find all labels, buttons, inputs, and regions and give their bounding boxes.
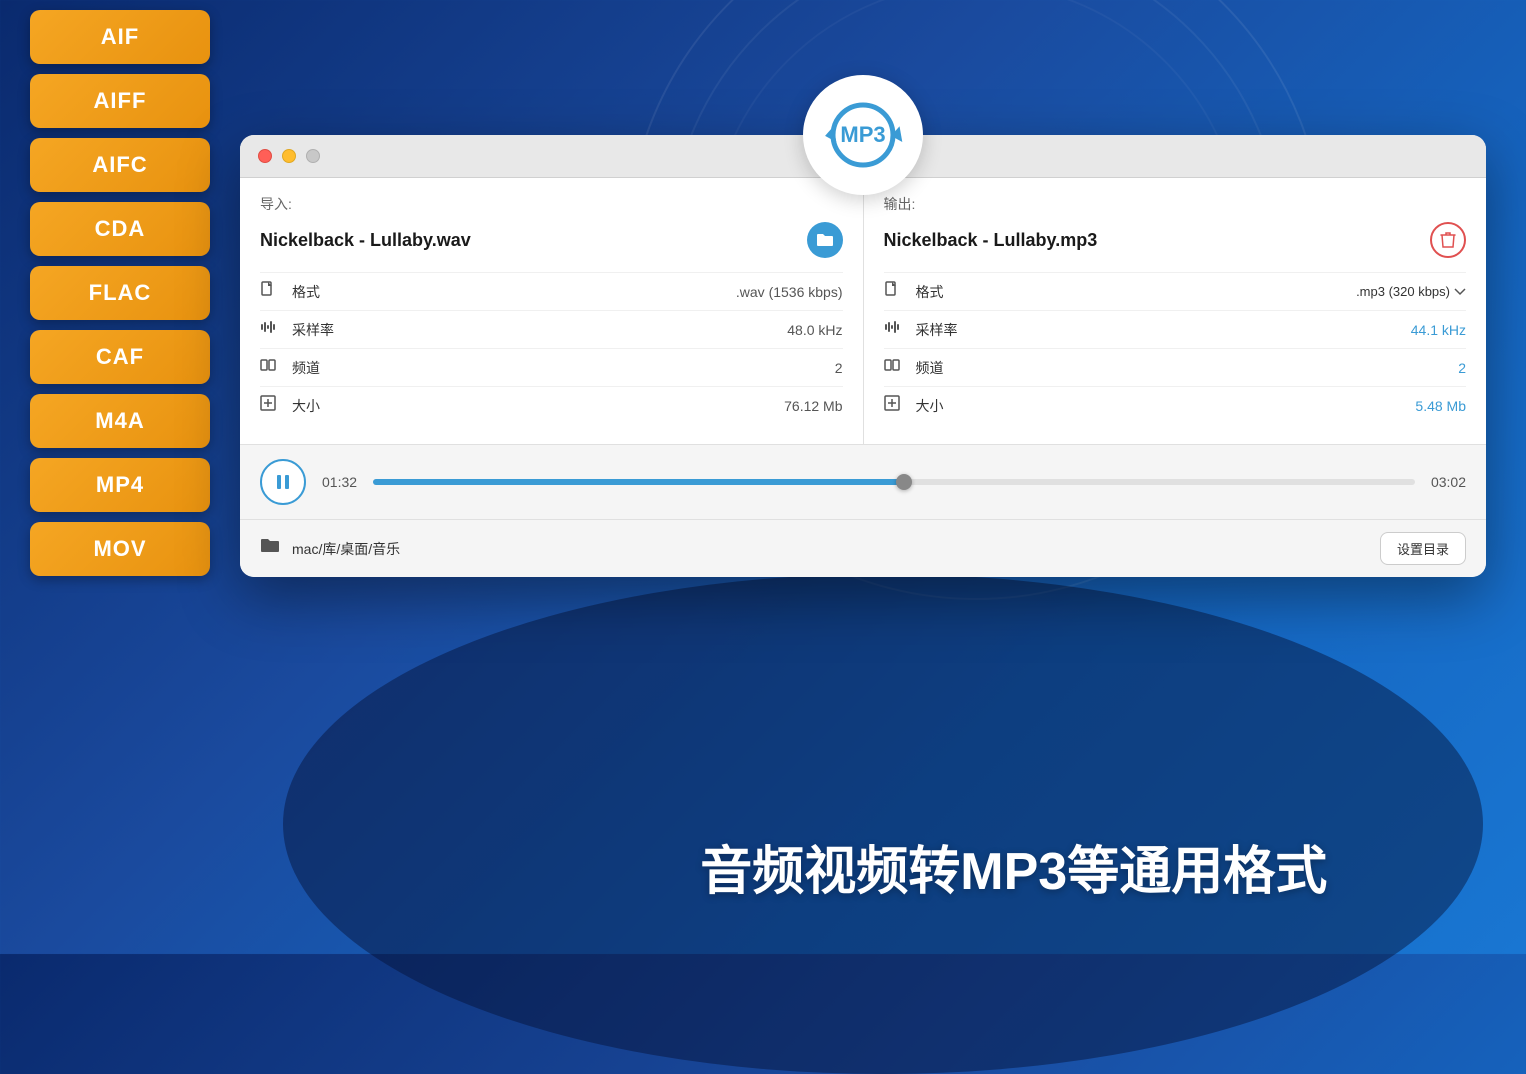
- input-size-value: 76.12 Mb: [784, 398, 842, 414]
- output-size-icon: [884, 395, 906, 416]
- format-badge-cda[interactable]: CDA: [30, 202, 210, 256]
- format-badge-aif[interactable]: AIF: [30, 10, 210, 64]
- input-channel-value: 2: [835, 360, 843, 376]
- input-size-label: 大小: [292, 396, 784, 416]
- output-size-row: 大小 5.48 Mb: [884, 386, 1467, 424]
- progress-bar[interactable]: [373, 479, 1415, 485]
- minimize-button[interactable]: [282, 149, 296, 163]
- export-label: 输出:: [884, 194, 1467, 214]
- file-icon: [260, 281, 276, 297]
- format-badge-mov[interactable]: MOV: [30, 522, 210, 576]
- path-bar: mac/库/桌面/音乐 设置目录: [240, 519, 1486, 577]
- format-badge-flac[interactable]: FLAC: [30, 266, 210, 320]
- output-waveform-icon: [884, 319, 900, 335]
- delete-button[interactable]: [1430, 222, 1466, 258]
- output-samplerate-value: 44.1 kHz: [1411, 322, 1466, 338]
- output-samplerate-row: 采样率 44.1 kHz: [884, 310, 1467, 348]
- output-size-label: 大小: [916, 396, 1416, 416]
- output-channel-label: 频道: [916, 358, 1459, 378]
- output-size-value: 5.48 Mb: [1415, 398, 1466, 414]
- bottom-text: 音频视频转MP3等通用格式: [700, 829, 1327, 904]
- size-icon: [260, 395, 282, 416]
- format-select-wrapper[interactable]: .mp3 (320 kbps): [1356, 284, 1466, 299]
- convert-icon-wrapper[interactable]: MP3: [803, 75, 923, 195]
- input-file-text: Nickelback - Lullaby.wav: [260, 230, 471, 251]
- channel-icon: [260, 357, 282, 378]
- format-badge-mp4[interactable]: MP4: [30, 458, 210, 512]
- trash-icon: [1440, 231, 1456, 249]
- convert-icon-inner: MP3: [813, 85, 913, 185]
- output-file-name: Nickelback - Lullaby.mp3: [884, 222, 1467, 258]
- bg-oval: [283, 574, 1483, 1074]
- format-badge-aifc[interactable]: AIFC: [30, 138, 210, 192]
- open-folder-button[interactable]: [807, 222, 843, 258]
- input-format-value: .wav (1536 kbps): [736, 284, 843, 300]
- total-time: 03:02: [1431, 474, 1466, 490]
- format-icon: [260, 281, 282, 302]
- format-list: AIF AIFF AIFC CDA FLAC CAF M4A MP4 MOV: [30, 0, 210, 576]
- output-file-icon: [884, 281, 900, 297]
- input-channel-row: 频道 2: [260, 348, 843, 386]
- output-format-icon: [884, 281, 906, 302]
- samplerate-icon: [260, 319, 282, 340]
- pause-icon: [275, 473, 291, 491]
- input-file-name: Nickelback - Lullaby.wav: [260, 222, 843, 258]
- progress-thumb[interactable]: [896, 474, 912, 490]
- size-svg-icon: [260, 395, 276, 411]
- output-channel-row: 频道 2: [884, 348, 1467, 386]
- folder-path-icon: [260, 538, 280, 554]
- format-badge-caf[interactable]: CAF: [30, 330, 210, 384]
- play-pause-button[interactable]: [260, 459, 306, 505]
- output-channel-svg-icon: [884, 357, 900, 373]
- format-badge-aiff[interactable]: AIFF: [30, 74, 210, 128]
- import-label: 导入:: [260, 194, 843, 214]
- format-badge-m4a[interactable]: M4A: [30, 394, 210, 448]
- channel-svg-icon: [260, 357, 276, 373]
- output-size-svg-icon: [884, 395, 900, 411]
- zoom-button[interactable]: [306, 149, 320, 163]
- output-file-text: Nickelback - Lullaby.mp3: [884, 230, 1098, 251]
- input-format-row: 格式 .wav (1536 kbps): [260, 272, 843, 310]
- main-window: MP3 导入: Nickelback - Lullaby.wav: [240, 135, 1486, 577]
- player-bar: 01:32 03:02: [240, 444, 1486, 519]
- current-time: 01:32: [322, 474, 357, 490]
- window-content: 导入: Nickelback - Lullaby.wav 格式 .wav (15…: [240, 178, 1486, 444]
- close-button[interactable]: [258, 149, 272, 163]
- output-channel-icon: [884, 357, 906, 378]
- export-panel: 输出: Nickelback - Lullaby.mp3 格式 .mp3 (32…: [864, 178, 1487, 444]
- path-text: mac/库/桌面/音乐: [292, 539, 1368, 559]
- chevron-down-icon: [1454, 288, 1466, 296]
- output-samplerate-label: 采样率: [916, 320, 1411, 340]
- convert-label: MP3: [840, 122, 885, 148]
- output-format-row: 格式 .mp3 (320 kbps): [884, 272, 1467, 310]
- path-folder-icon: [260, 538, 280, 559]
- set-dir-button[interactable]: 设置目录: [1380, 532, 1466, 565]
- input-samplerate-label: 采样率: [292, 320, 787, 340]
- output-channel-value: 2: [1458, 360, 1466, 376]
- progress-fill: [373, 479, 904, 485]
- output-format-label: 格式: [916, 282, 1357, 302]
- output-samplerate-icon: [884, 319, 906, 340]
- import-panel: 导入: Nickelback - Lullaby.wav 格式 .wav (15…: [240, 178, 864, 444]
- input-format-label: 格式: [292, 282, 736, 302]
- output-format-value-text: .mp3 (320 kbps): [1356, 284, 1450, 299]
- input-samplerate-value: 48.0 kHz: [787, 322, 842, 338]
- input-size-row: 大小 76.12 Mb: [260, 386, 843, 424]
- input-samplerate-row: 采样率 48.0 kHz: [260, 310, 843, 348]
- input-channel-label: 频道: [292, 358, 835, 378]
- folder-icon: [816, 233, 834, 247]
- waveform-icon: [260, 319, 276, 335]
